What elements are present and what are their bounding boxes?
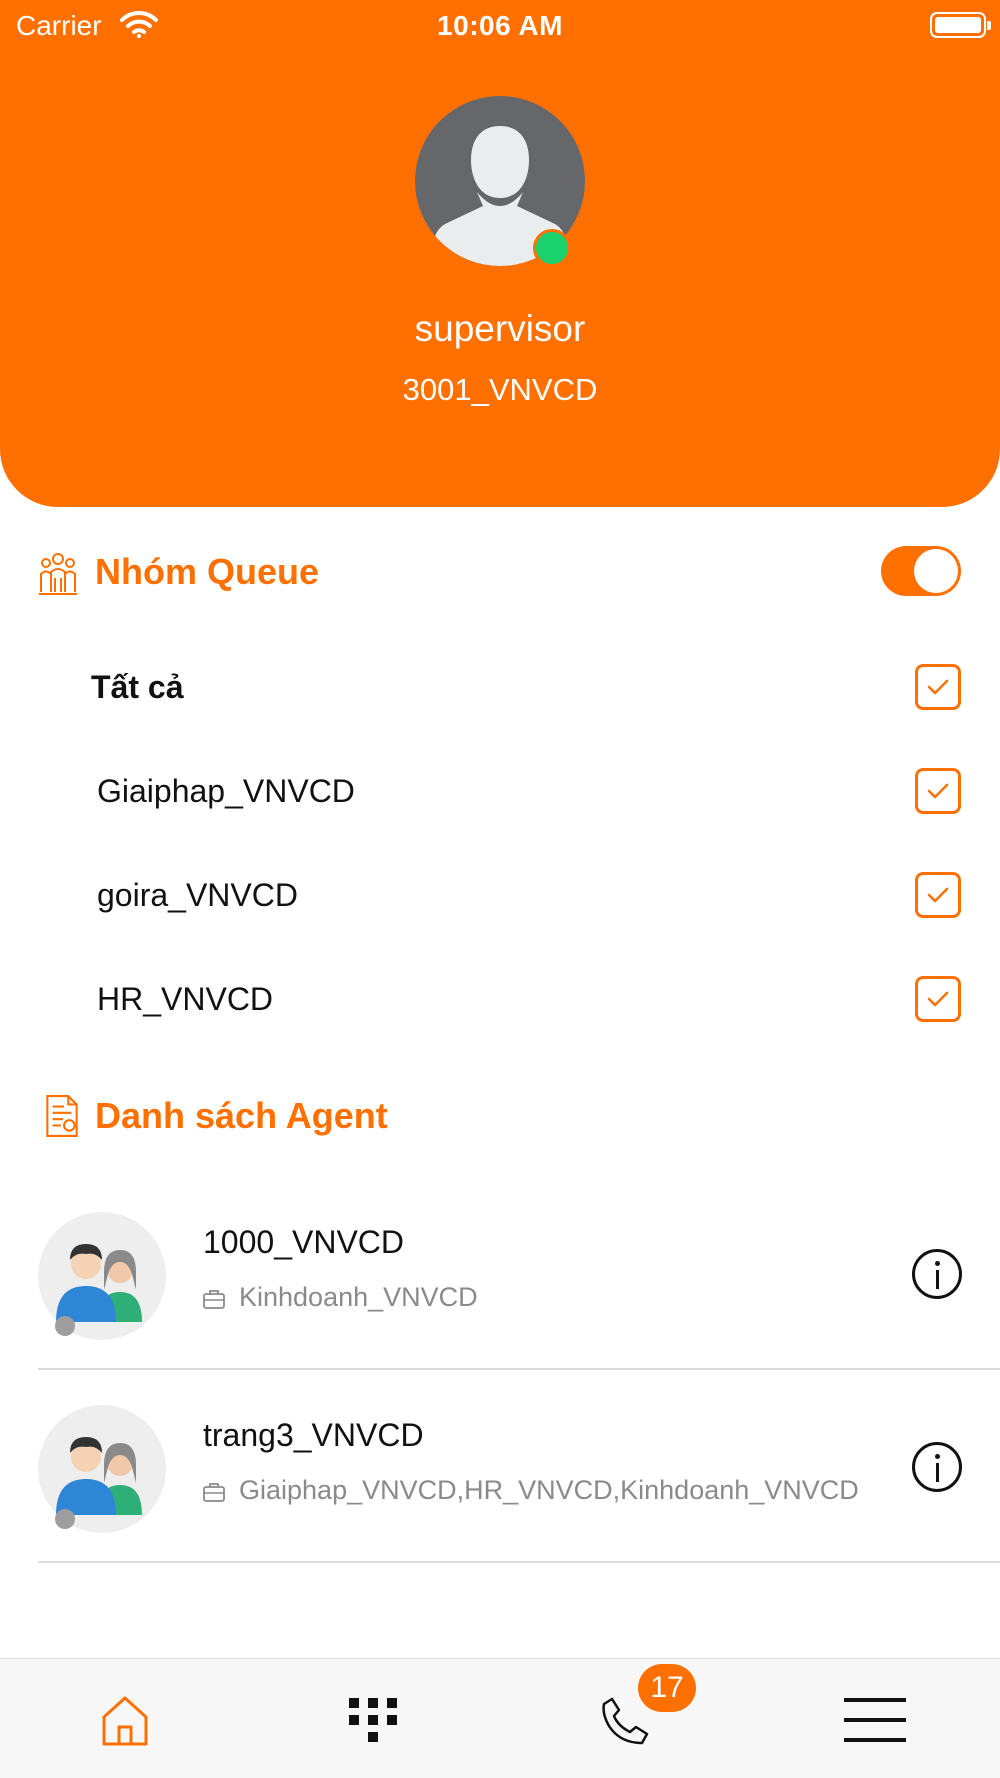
home-icon [102,1696,148,1746]
agent-name: trang3_VNVCD [203,1417,424,1453]
tab-home[interactable] [0,1659,250,1778]
agent-groups: Giaiphap_VNVCD,HR_VNVCD,Kinhdoanh_VNVCD [239,1475,859,1505]
queue-section-title: Nhóm Queue [95,551,320,592]
queue-toggle[interactable] [881,546,961,596]
queue-item-all[interactable]: Tất cả [0,657,1000,717]
checkmark-icon [927,887,949,903]
online-status-dot [533,229,571,267]
checkmark-icon [927,679,949,695]
checkmark-icon [927,783,949,799]
tab-dialpad[interactable] [250,1659,500,1778]
battery-icon [930,12,991,38]
agent-name: 1000_VNVCD [203,1224,404,1260]
agent-row[interactable]: trang3_VNVCD Giaiphap_VNVCD,HR_VNVCD,Kin… [0,1385,1000,1565]
queue-checkbox-goira[interactable] [915,872,961,918]
queue-item-goira[interactable]: goira_VNVCD [0,865,1000,925]
row-divider [38,1561,1000,1563]
checkmark-icon [927,991,949,1007]
profile-extension: 3001_VNVCD [402,372,598,407]
agent-section-title: Danh sách Agent [95,1095,388,1136]
briefcase-icon [203,1483,225,1502]
queue-item-label: Giaiphap_VNVCD [97,773,355,809]
menu-icon [844,1698,906,1742]
queue-checkbox-all[interactable] [915,664,961,710]
status-time: 10:06 AM [437,10,563,41]
tab-bar [0,1658,1000,1778]
queue-item-hr[interactable]: HR_VNVCD [0,969,1000,1029]
queue-group-icon [39,553,77,595]
tab-calls[interactable] [500,1659,750,1778]
agent-status-dot [55,1509,75,1529]
call-count-badge: 17 [638,1664,696,1712]
agent-status-dot [55,1316,75,1336]
queue-item-label: HR_VNVCD [97,981,274,1017]
dialpad-icon [349,1698,397,1742]
briefcase-icon [203,1290,225,1309]
queue-checkbox-hr[interactable] [915,976,961,1022]
status-bar: Carrier 10:06 AM [0,0,1000,52]
info-icon[interactable] [912,1249,962,1299]
profile-name: supervisor [414,308,586,349]
queue-item-label: Tất cả [91,669,184,705]
document-list-icon [46,1095,78,1137]
tab-menu[interactable] [750,1659,1000,1778]
row-divider [38,1368,1000,1370]
phone-icon [602,1697,649,1745]
info-icon[interactable] [912,1442,962,1492]
toggle-knob [914,549,958,593]
profile-header: Carrier 10:06 AM supervisor 3001_VNVCD [0,0,1000,507]
agent-row[interactable]: 1000_VNVCD Kinhdoanh_VNVCD [0,1192,1000,1372]
queue-item-giaiphap[interactable]: Giaiphap_VNVCD [0,761,1000,821]
agent-groups: Kinhdoanh_VNVCD [239,1282,478,1312]
queue-checkbox-giaiphap[interactable] [915,768,961,814]
queue-item-label: goira_VNVCD [97,877,298,913]
